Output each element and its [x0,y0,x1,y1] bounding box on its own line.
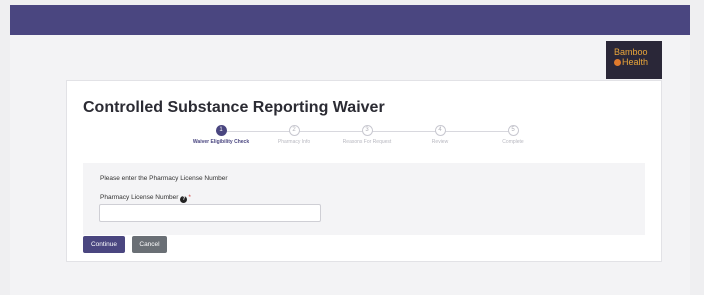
step-number: 3 [361,125,373,136]
step-number: 5 [507,125,519,136]
step-number: 1 [215,125,227,136]
license-form-panel: Please enter the Pharmacy License Number… [83,163,645,235]
license-number-label-text: Pharmacy License Number [100,194,179,201]
page-title: Controlled Substance Reporting Waiver [83,99,385,116]
waiver-card: Controlled Substance Reporting Waiver 1 … [66,80,662,262]
logo-line-1: Bamboo [614,47,648,57]
logo-line-2: Health [614,57,662,67]
app-frame: Bamboo Health Controlled Substance Repor… [10,5,690,295]
continue-button[interactable]: Continue [83,236,125,253]
step-label: Complete [502,139,524,145]
step-number: 2 [288,125,300,136]
top-navbar [10,5,690,35]
bamboo-health-logo: Bamboo Health [606,41,662,79]
bamboo-dot-icon [614,59,621,66]
form-prompt: Please enter the Pharmacy License Number [100,175,228,182]
logo-line-2-text: Health [622,57,649,67]
required-marker: * [188,194,191,201]
step-complete: 5 Complete [468,125,558,145]
question-circle-icon[interactable]: ? [180,196,188,203]
license-number-label: Pharmacy License Number? * [100,194,191,203]
progress-stepper: 1 Waiver Eligibility Check 2 Pharmacy In… [171,125,561,151]
cancel-button[interactable]: Cancel [132,236,167,253]
step-number: 4 [434,125,446,136]
pharmacy-license-number-input[interactable] [99,204,321,222]
